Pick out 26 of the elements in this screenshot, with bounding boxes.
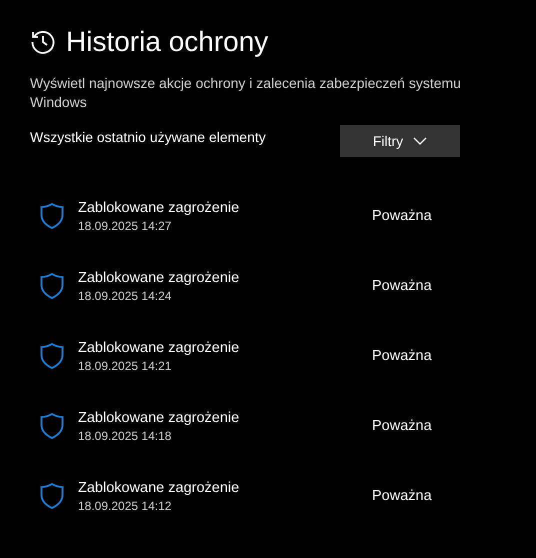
item-title: Zablokowane zagrożenie <box>78 200 240 216</box>
page-description: Wyświetl najnowsze akcje ochrony i zalecenia zabezpieczeń systemu Windows <box>30 74 462 112</box>
severity-label: Poważna <box>372 488 432 504</box>
item-title: Zablokowane zagrożenie <box>78 410 240 426</box>
shield-icon <box>40 203 64 229</box>
severity-label: Poważna <box>372 418 432 434</box>
item-title: Zablokowane zagrożenie <box>78 340 240 356</box>
item-title: Zablokowane zagrożenie <box>78 270 240 286</box>
severity-label: Poważna <box>372 278 432 294</box>
item-date: 18.09.2025 14:27 <box>78 218 172 232</box>
item-date: 18.09.2025 14:18 <box>78 428 172 442</box>
shield-icon <box>40 413 64 439</box>
chevron-down-icon <box>413 137 428 145</box>
history-icon <box>30 29 56 55</box>
page-title: Historia ochrony <box>66 26 268 58</box>
shield-icon <box>40 483 64 509</box>
severity-label: Poważna <box>372 208 432 224</box>
item-date: 18.09.2025 14:12 <box>78 498 172 512</box>
severity-label: Poważna <box>372 348 432 364</box>
item-date: 18.09.2025 14:24 <box>78 288 172 302</box>
shield-icon <box>40 273 64 299</box>
item-title: Zablokowane zagrożenie <box>78 480 240 496</box>
filter-button[interactable]: Filtry <box>340 125 460 157</box>
shield-icon <box>40 343 64 369</box>
item-date: 18.09.2025 14:21 <box>78 358 172 372</box>
filter-label: Wszystkie ostatnio używane elementy <box>30 129 267 145</box>
